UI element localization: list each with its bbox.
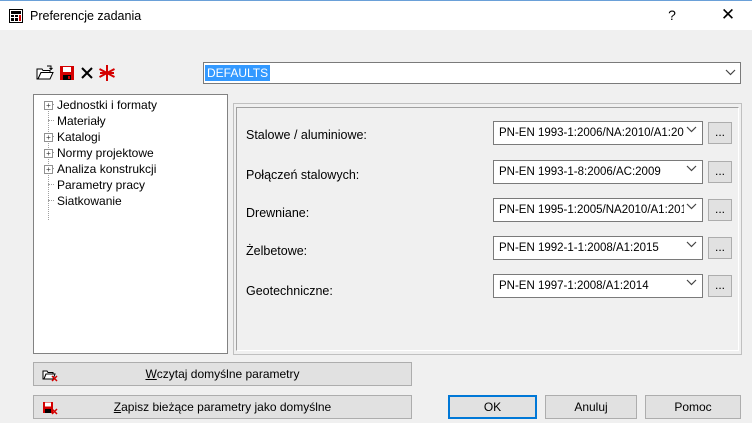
norm-value-geotechnical: PN-EN 1997-1:2008/A1:2014 (499, 280, 649, 292)
norm-more-button-timber[interactable]: ... (708, 199, 732, 221)
expand-icon[interactable]: + (44, 133, 53, 142)
load-defaults-icon (42, 367, 58, 382)
norm-value-steel: PN-EN 1993-1:2006/NA:2010/A1:2014 (499, 127, 697, 139)
norm-more-button-connections[interactable]: ... (708, 161, 732, 183)
preset-combobox[interactable]: DEFAULTS (203, 62, 741, 84)
app-icon (9, 9, 23, 23)
save-defaults-button[interactable]: Zapisz bieżące parametry jako domyślne (33, 395, 412, 419)
load-defaults-button[interactable]: Wczytaj domyślne parametry (33, 362, 412, 386)
preset-value: DEFAULTS (205, 65, 271, 81)
save-defaults-label: Zapisz bieżące parametry jako domyślne (113, 400, 332, 414)
save-icon[interactable] (58, 64, 76, 82)
norm-label-connections: Połączeń stalowych: (246, 168, 360, 182)
chevron-down-icon[interactable] (684, 122, 697, 144)
chevron-down-icon[interactable] (684, 161, 697, 183)
norm-select-steel[interactable]: PN-EN 1993-1:2006/NA:2010/A1:2014 (493, 121, 703, 145)
norm-label-concrete: Żelbetowe: (246, 244, 308, 258)
ok-button[interactable]: OK (448, 395, 537, 419)
folder-open-icon[interactable] (36, 64, 54, 82)
chevron-down-icon[interactable] (684, 237, 697, 259)
norm-value-concrete: PN-EN 1992-1-1:2008/A1:2015 (499, 242, 659, 254)
norm-label-steel: Stalowe / aluminiowe: (246, 128, 367, 142)
load-defaults-label: Wczytaj domyślne parametry (145, 367, 300, 381)
settings-tree: + Jednostki i formaty Materiały + Katalo… (33, 94, 228, 354)
help-title-button[interactable]: ? (662, 7, 682, 23)
cancel-button[interactable]: Anuluj (545, 395, 637, 419)
expand-icon[interactable]: + (44, 149, 53, 158)
norm-value-timber: PN-EN 1995-1:2005/NA2010/A1:2014 (499, 204, 694, 216)
window-title: Preferencje zadania (30, 9, 142, 23)
norm-value-connections: PN-EN 1993-1-8:2006/AC:2009 (499, 166, 661, 178)
norm-more-button-concrete[interactable]: ... (708, 237, 732, 259)
norm-select-connections[interactable]: PN-EN 1993-1-8:2006/AC:2009 (493, 160, 703, 184)
save-defaults-icon (42, 400, 58, 415)
chevron-down-icon[interactable] (684, 275, 697, 297)
norm-more-button-steel[interactable]: ... (708, 122, 732, 144)
chevron-down-icon[interactable] (684, 199, 697, 221)
norm-select-concrete[interactable]: PN-EN 1992-1-1:2008/A1:2015 (493, 236, 703, 260)
expand-icon[interactable]: + (44, 165, 53, 174)
title-bar: Preferencje zadania ? ✕ (0, 0, 752, 30)
norm-label-geotechnical: Geotechniczne: (246, 284, 333, 298)
norm-select-geotechnical[interactable]: PN-EN 1997-1:2008/A1:2014 (493, 274, 703, 298)
norm-select-timber[interactable]: PN-EN 1995-1:2005/NA2010/A1:2014 (493, 198, 703, 222)
expand-icon[interactable]: + (44, 101, 53, 110)
red-asterisk-icon[interactable] (98, 64, 116, 82)
help-button[interactable]: Pomoc (645, 395, 741, 419)
delete-icon[interactable] (78, 64, 96, 82)
norm-more-button-geotechnical[interactable]: ... (708, 275, 732, 297)
chevron-down-icon[interactable] (725, 65, 736, 82)
norm-label-timber: Drewniane: (246, 206, 310, 220)
close-button[interactable]: ✕ (716, 5, 740, 25)
